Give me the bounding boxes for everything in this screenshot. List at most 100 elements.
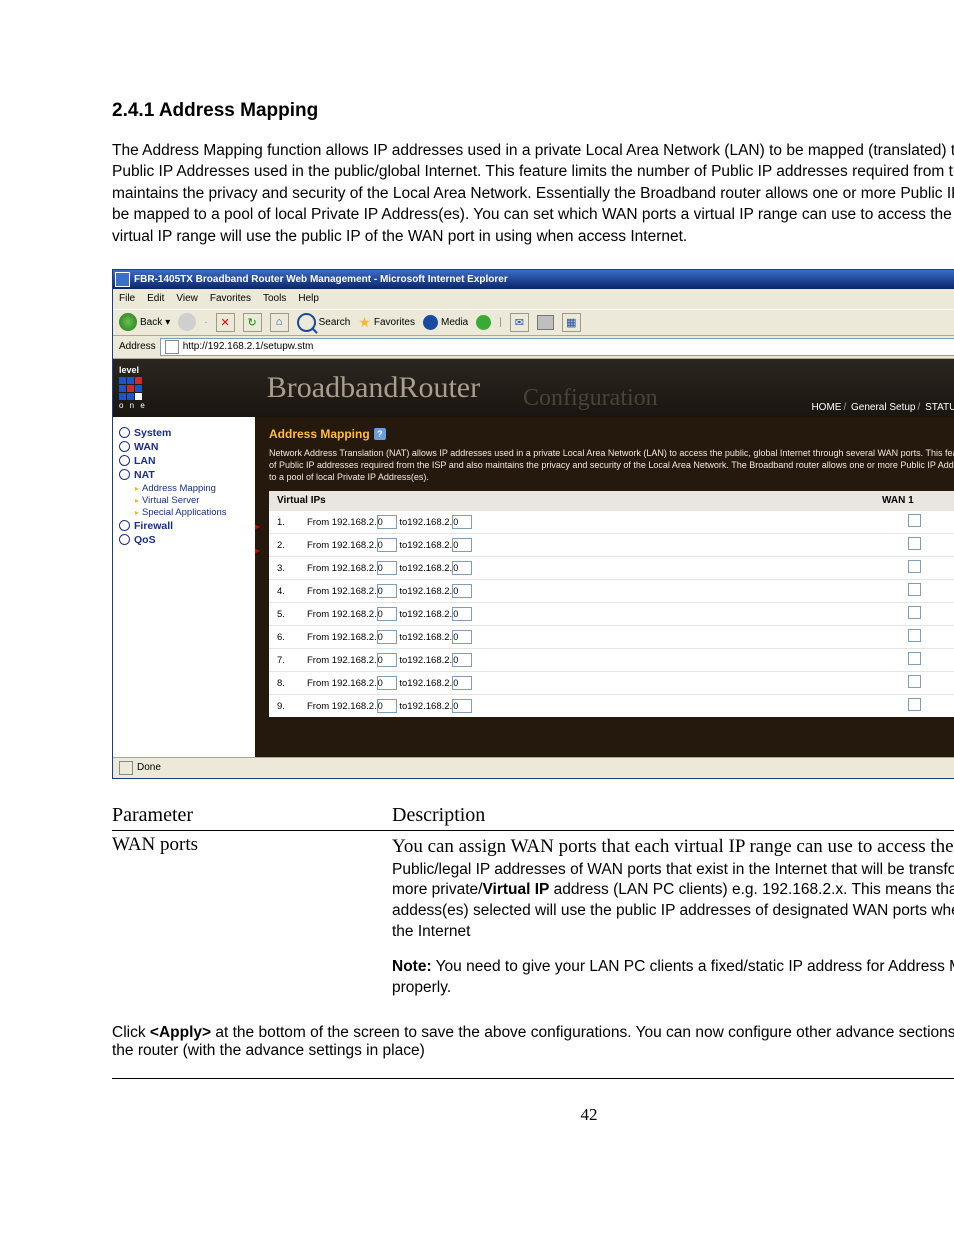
search-icon: [297, 313, 316, 332]
th-wan1: WAN 1: [874, 491, 954, 511]
ip-range-cell: From 192.168.2. to192.168.2.: [299, 511, 874, 534]
to-ip-input[interactable]: [452, 584, 472, 598]
address-value: http://192.168.2.1/setupw.stm: [183, 341, 314, 352]
menu-favorites[interactable]: Favorites: [210, 293, 251, 304]
red-arrow-icon: [255, 523, 260, 531]
ip-range-cell: From 192.168.2. to192.168.2.: [299, 626, 874, 649]
home-button[interactable]: ⌂: [270, 313, 289, 332]
stop-button[interactable]: ✕: [216, 313, 235, 332]
status-page-icon: [119, 761, 133, 775]
row-number: 7.: [269, 649, 299, 672]
to-ip-input[interactable]: [452, 538, 472, 552]
page-number: 42: [112, 1105, 954, 1125]
ip-range-cell: From 192.168.2. to192.168.2.: [299, 649, 874, 672]
table-row: 8.From 192.168.2. to192.168.2.: [269, 672, 954, 695]
content-title: Address Mapping ?: [269, 427, 954, 441]
to-ip-input[interactable]: [452, 699, 472, 713]
menu-help[interactable]: Help: [298, 293, 319, 304]
wan1-checkbox[interactable]: [908, 629, 921, 642]
table-row: 4.From 192.168.2. to192.168.2.: [269, 580, 954, 603]
from-ip-input[interactable]: [377, 630, 397, 644]
row-number: 8.: [269, 672, 299, 695]
ip-range-cell: From 192.168.2. to192.168.2.: [299, 534, 874, 557]
row-number: 4.: [269, 580, 299, 603]
wan1-checkbox[interactable]: [908, 583, 921, 596]
banner-nav: HOME/ General Setup/ STATUS/ Tool Logout: [811, 402, 954, 413]
table-row: 9.From 192.168.2. to192.168.2.: [269, 695, 954, 718]
sidebar-item-virtual-server[interactable]: ▸Virtual Server: [135, 495, 249, 506]
search-button[interactable]: Search: [297, 313, 351, 332]
brand-top: level: [119, 365, 147, 375]
table-row: 2.From 192.168.2. to192.168.2.: [269, 534, 954, 557]
mail-button[interactable]: ✉: [510, 313, 529, 332]
wan1-checkbox[interactable]: [908, 514, 921, 527]
menu-edit[interactable]: Edit: [147, 293, 164, 304]
wan1-checkbox[interactable]: [908, 606, 921, 619]
help-icon[interactable]: ?: [374, 428, 386, 440]
from-ip-input[interactable]: [377, 584, 397, 598]
brand-logo: level o n e: [119, 365, 147, 411]
sidebar-item-address-mapping[interactable]: ▸Address Mapping: [135, 483, 249, 494]
menu-view[interactable]: View: [176, 293, 198, 304]
to-ip-input[interactable]: [452, 630, 472, 644]
from-ip-input[interactable]: [377, 607, 397, 621]
router-banner: level o n e BroadbandRouter Configuratio…: [113, 359, 954, 417]
to-ip-input[interactable]: [452, 653, 472, 667]
table-row: 6.From 192.168.2. to192.168.2.: [269, 626, 954, 649]
from-ip-input[interactable]: [377, 561, 397, 575]
sidebar-item-qos[interactable]: QoS: [119, 534, 249, 546]
history-button[interactable]: [476, 315, 491, 330]
nav-home[interactable]: HOME: [811, 402, 841, 413]
from-ip-input[interactable]: [377, 676, 397, 690]
wan1-checkbox[interactable]: [908, 698, 921, 711]
sidebar-item-lan[interactable]: LAN: [119, 455, 249, 467]
from-ip-input[interactable]: [377, 699, 397, 713]
wan1-checkbox[interactable]: [908, 652, 921, 665]
to-ip-input[interactable]: [452, 561, 472, 575]
address-mapping-table: Virtual IPs WAN 1 WAN 2 1.From 192.168.2…: [269, 491, 954, 717]
media-button[interactable]: Media: [423, 315, 468, 330]
from-ip-input[interactable]: [377, 515, 397, 529]
arrow-icon: ▸: [135, 496, 139, 505]
back-button[interactable]: Back ▾: [119, 313, 170, 331]
to-ip-input[interactable]: [452, 515, 472, 529]
star-icon: ★: [358, 314, 371, 331]
media-icon: [423, 315, 438, 330]
arrow-icon: ▸: [135, 484, 139, 493]
page-icon: [165, 340, 179, 354]
param-description: You can assign WAN ports that each virtu…: [392, 830, 954, 1002]
sidebar-item-system[interactable]: System: [119, 427, 249, 439]
from-ip-input[interactable]: [377, 653, 397, 667]
menu-tools[interactable]: Tools: [263, 293, 286, 304]
ie-menubar: File Edit View Favorites Tools Help: [113, 289, 954, 309]
row-number: 6.: [269, 626, 299, 649]
to-ip-input[interactable]: [452, 607, 472, 621]
sidebar-item-wan[interactable]: WAN: [119, 441, 249, 453]
th-virtual-ips: Virtual IPs: [269, 491, 874, 511]
sidebar-item-nat[interactable]: NAT: [119, 469, 249, 481]
edit-button[interactable]: ▦: [562, 313, 581, 332]
address-input[interactable]: http://192.168.2.1/setupw.stm ▾: [160, 338, 954, 356]
from-ip-input[interactable]: [377, 538, 397, 552]
ip-range-cell: From 192.168.2. to192.168.2.: [299, 695, 874, 718]
to-ip-input[interactable]: [452, 676, 472, 690]
wan1-checkbox[interactable]: [908, 675, 921, 688]
print-button[interactable]: [537, 315, 554, 330]
section-heading: 2.4.1 Address Mapping: [112, 100, 954, 122]
row-number: 9.: [269, 695, 299, 718]
favorites-button[interactable]: ★Favorites: [358, 314, 415, 331]
nav-general-setup[interactable]: General Setup: [851, 402, 916, 413]
nav-status[interactable]: STATUS: [925, 402, 954, 413]
sidebar-item-special-apps[interactable]: ▸Special Applications: [135, 507, 249, 518]
ie-statusbar: Done Internet: [113, 757, 954, 778]
refresh-button[interactable]: ↻: [243, 313, 262, 332]
ip-range-cell: From 192.168.2. to192.168.2.: [299, 580, 874, 603]
wan1-checkbox[interactable]: [908, 560, 921, 573]
wan1-checkbox[interactable]: [908, 537, 921, 550]
menu-file[interactable]: File: [119, 293, 135, 304]
table-row: 1.From 192.168.2. to192.168.2.: [269, 511, 954, 534]
param-name: WAN ports: [112, 830, 392, 1002]
th-description: Description: [392, 801, 954, 831]
sidebar-item-firewall[interactable]: Firewall: [119, 520, 249, 532]
forward-button[interactable]: [178, 313, 196, 331]
